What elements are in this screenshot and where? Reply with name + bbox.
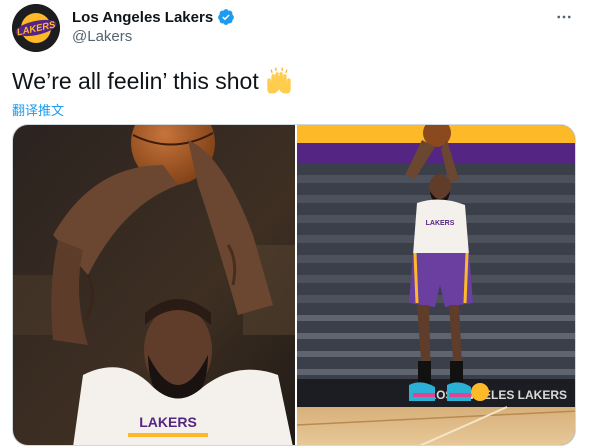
media-grid: LAKERS LOS ANGELES LAKERS LAKERS <box>12 124 576 446</box>
author-display-name[interactable]: Los Angeles Lakers <box>72 9 213 26</box>
more-options-button[interactable] <box>553 6 575 28</box>
author-name-row[interactable]: Los Angeles Lakers <box>72 8 235 26</box>
raising-hands-emoji-icon <box>265 67 293 95</box>
author-handle[interactable]: @Lakers <box>72 28 132 45</box>
lakers-logo-icon: LAKERS <box>12 4 60 52</box>
player-closeup-photo: LAKERS <box>13 125 295 445</box>
media-photo-2[interactable]: LOS ANGELES LAKERS LAKERS <box>297 125 575 445</box>
account-avatar[interactable]: LAKERS <box>12 4 60 52</box>
tweet-card[interactable]: LAKERS Los Angeles Lakers @Lakers We’re … <box>0 0 589 446</box>
player-jumpshot-photo: LOS ANGELES LAKERS LAKERS <box>297 125 575 445</box>
more-dots-icon <box>557 15 571 19</box>
svg-text:LAKERS: LAKERS <box>426 220 455 227</box>
svg-text:LAKERS: LAKERS <box>139 414 197 430</box>
verified-badge-icon <box>217 8 235 26</box>
translate-tweet-link[interactable]: 翻译推文 <box>12 100 64 119</box>
tweet-body: We’re all feelin’ this shot <box>12 67 293 95</box>
tweet-text: We’re all feelin’ this shot <box>12 67 259 94</box>
media-photo-1[interactable]: LAKERS <box>13 125 295 445</box>
